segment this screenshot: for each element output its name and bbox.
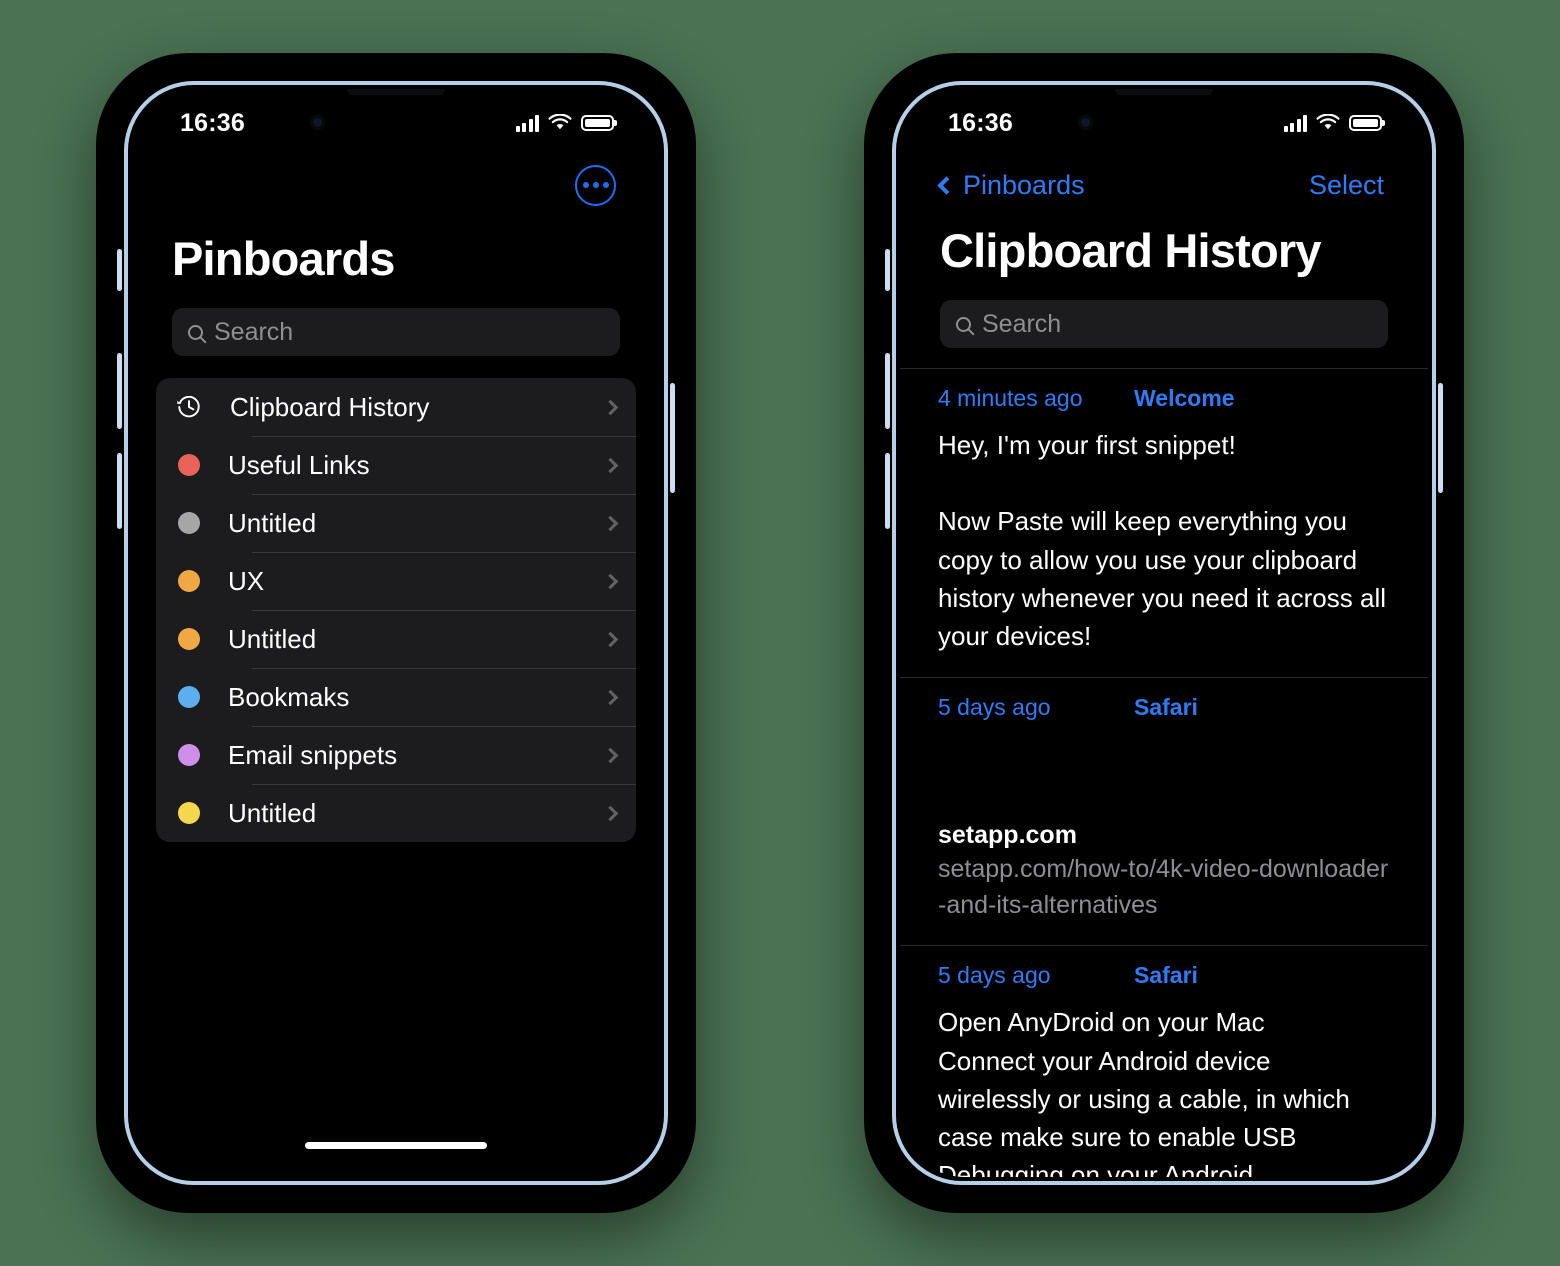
chevron-right-icon xyxy=(602,747,619,763)
back-button-label: Pinboards xyxy=(963,169,1085,200)
list-item-label: Useful Links xyxy=(228,449,370,480)
volume-down-button[interactable] xyxy=(885,453,890,529)
search-icon xyxy=(956,316,971,332)
color-dot-icon xyxy=(178,744,200,766)
entry-source: Welcome xyxy=(1134,385,1235,411)
color-dot-icon xyxy=(178,802,200,824)
entry-meta: 5 days ago Safari xyxy=(938,962,1390,989)
phone-right: 16:36 Pinboards Select Clipboard History… xyxy=(864,53,1464,1213)
battery-full-icon xyxy=(581,115,614,131)
entry-preview-area xyxy=(938,735,1390,821)
entry-timestamp: 4 minutes ago xyxy=(938,385,1083,411)
search-input[interactable]: Search xyxy=(172,308,620,356)
chevron-right-icon xyxy=(602,689,619,705)
list-item-label: Clipboard History xyxy=(230,391,430,422)
list-item-bookmaks[interactable]: Bookmaks xyxy=(156,668,636,726)
status-bar: 16:36 xyxy=(900,89,1428,151)
entry-source: Safari xyxy=(1134,694,1198,721)
wifi-icon xyxy=(548,114,572,130)
back-button[interactable]: Pinboards xyxy=(937,169,1085,201)
search-input[interactable]: Search xyxy=(940,300,1388,348)
color-dot-icon xyxy=(178,628,200,650)
chevron-right-icon xyxy=(602,573,619,589)
list-item-label: Bookmaks xyxy=(228,681,350,712)
mute-switch[interactable] xyxy=(117,249,122,291)
volume-up-button[interactable] xyxy=(117,353,122,429)
search-placeholder: Search xyxy=(982,309,1062,338)
color-dot-icon xyxy=(178,512,200,534)
entry-link-url: setapp.com/how-to/4k-video-downloader-an… xyxy=(938,855,1389,919)
clipboard-entry[interactable]: 4 minutes ago Welcome Hey, I'm your firs… xyxy=(900,368,1428,677)
pinboards-list: Clipboard History Useful Links Untitled … xyxy=(156,378,636,842)
list-item-email-snippets[interactable]: Email snippets xyxy=(156,726,636,784)
entry-body: Hey, I'm your first snippet! Now Paste w… xyxy=(938,430,1387,652)
screen-content: Pinboards Search Clipboard History Usefu… xyxy=(132,151,660,842)
chevron-right-icon xyxy=(602,457,619,473)
phone-left: 16:36 Pinboards Search Clipboard History… xyxy=(96,53,696,1213)
status-time: 16:36 xyxy=(948,108,1013,137)
search-placeholder: Search xyxy=(214,317,294,346)
status-time: 16:36 xyxy=(180,108,245,137)
more-options-button[interactable] xyxy=(575,164,616,206)
page-title: Pinboards xyxy=(172,232,395,285)
chevron-right-icon xyxy=(602,515,619,531)
clipboard-entry[interactable]: 5 days ago Safari setapp.com setapp.com/… xyxy=(900,677,1428,945)
page-title: Clipboard History xyxy=(940,224,1322,277)
entry-source: Safari xyxy=(1134,962,1198,989)
select-button[interactable]: Select xyxy=(1309,170,1384,201)
search-icon xyxy=(188,324,203,340)
entry-meta: 4 minutes ago Welcome xyxy=(938,385,1390,412)
status-icons xyxy=(515,114,614,132)
clipboard-entries-list: 4 minutes ago Welcome Hey, I'm your firs… xyxy=(900,368,1428,1177)
chevron-right-icon xyxy=(602,805,619,821)
list-item-label: Untitled xyxy=(228,797,317,828)
color-dot-icon xyxy=(178,454,200,476)
phone-bezel: 16:36 xyxy=(124,81,668,1185)
battery-full-icon xyxy=(1349,115,1382,131)
clock-history-icon xyxy=(177,395,200,418)
entry-link-title: setapp.com xyxy=(938,821,1077,850)
list-item-untitled-yellow[interactable]: Untitled xyxy=(156,784,636,842)
volume-down-button[interactable] xyxy=(117,453,122,529)
cellular-bars-icon xyxy=(1283,114,1307,132)
list-item-untitled-gray[interactable]: Untitled xyxy=(156,494,636,552)
phone-screen-right: 16:36 Pinboards Select Clipboard History… xyxy=(900,89,1428,1177)
list-item-label: UX xyxy=(228,565,265,596)
power-button[interactable] xyxy=(1438,383,1443,493)
list-item-ux[interactable]: UX xyxy=(156,552,636,610)
phones-stage: 16:36 Pinboards Search Clipboard History… xyxy=(0,0,1560,1266)
cellular-bars-icon xyxy=(515,114,539,132)
nav-bar: Pinboards Select xyxy=(900,151,1428,209)
entry-timestamp: 5 days ago xyxy=(938,694,1051,721)
list-item-useful-links[interactable]: Useful Links xyxy=(156,436,636,494)
volume-up-button[interactable] xyxy=(885,353,890,429)
power-button[interactable] xyxy=(670,383,675,493)
list-item-untitled-orange[interactable]: Untitled xyxy=(156,610,636,668)
status-icons xyxy=(1283,114,1382,132)
phone-screen-left: 16:36 Pinboards Search Clipboard History… xyxy=(132,89,660,1177)
color-dot-icon xyxy=(178,570,200,592)
chevron-right-icon xyxy=(602,399,619,415)
clipboard-entry[interactable]: 5 days ago Safari Open AnyDroid on your … xyxy=(900,945,1428,1177)
entry-body: Open AnyDroid on your Mac Connect your A… xyxy=(938,1007,1350,1177)
home-indicator[interactable] xyxy=(305,1142,487,1149)
entry-meta: 5 days ago Safari xyxy=(938,694,1390,721)
phone-bezel: 16:36 xyxy=(892,81,1436,1185)
mute-switch[interactable] xyxy=(885,249,890,291)
list-item-label: Email snippets xyxy=(228,739,398,770)
color-dot-icon xyxy=(178,686,200,708)
nav-bar xyxy=(132,151,660,209)
chevron-right-icon xyxy=(602,631,619,647)
entry-timestamp: 5 days ago xyxy=(938,962,1051,989)
list-item-label: Untitled xyxy=(228,507,317,538)
chevron-left-icon xyxy=(937,175,956,195)
list-item-label: Untitled xyxy=(228,623,317,654)
screen-content: Pinboards Select Clipboard History Searc… xyxy=(900,151,1428,1177)
wifi-icon xyxy=(1316,114,1340,130)
list-item-clipboard-history[interactable]: Clipboard History xyxy=(156,378,636,436)
status-bar: 16:36 xyxy=(132,89,660,151)
